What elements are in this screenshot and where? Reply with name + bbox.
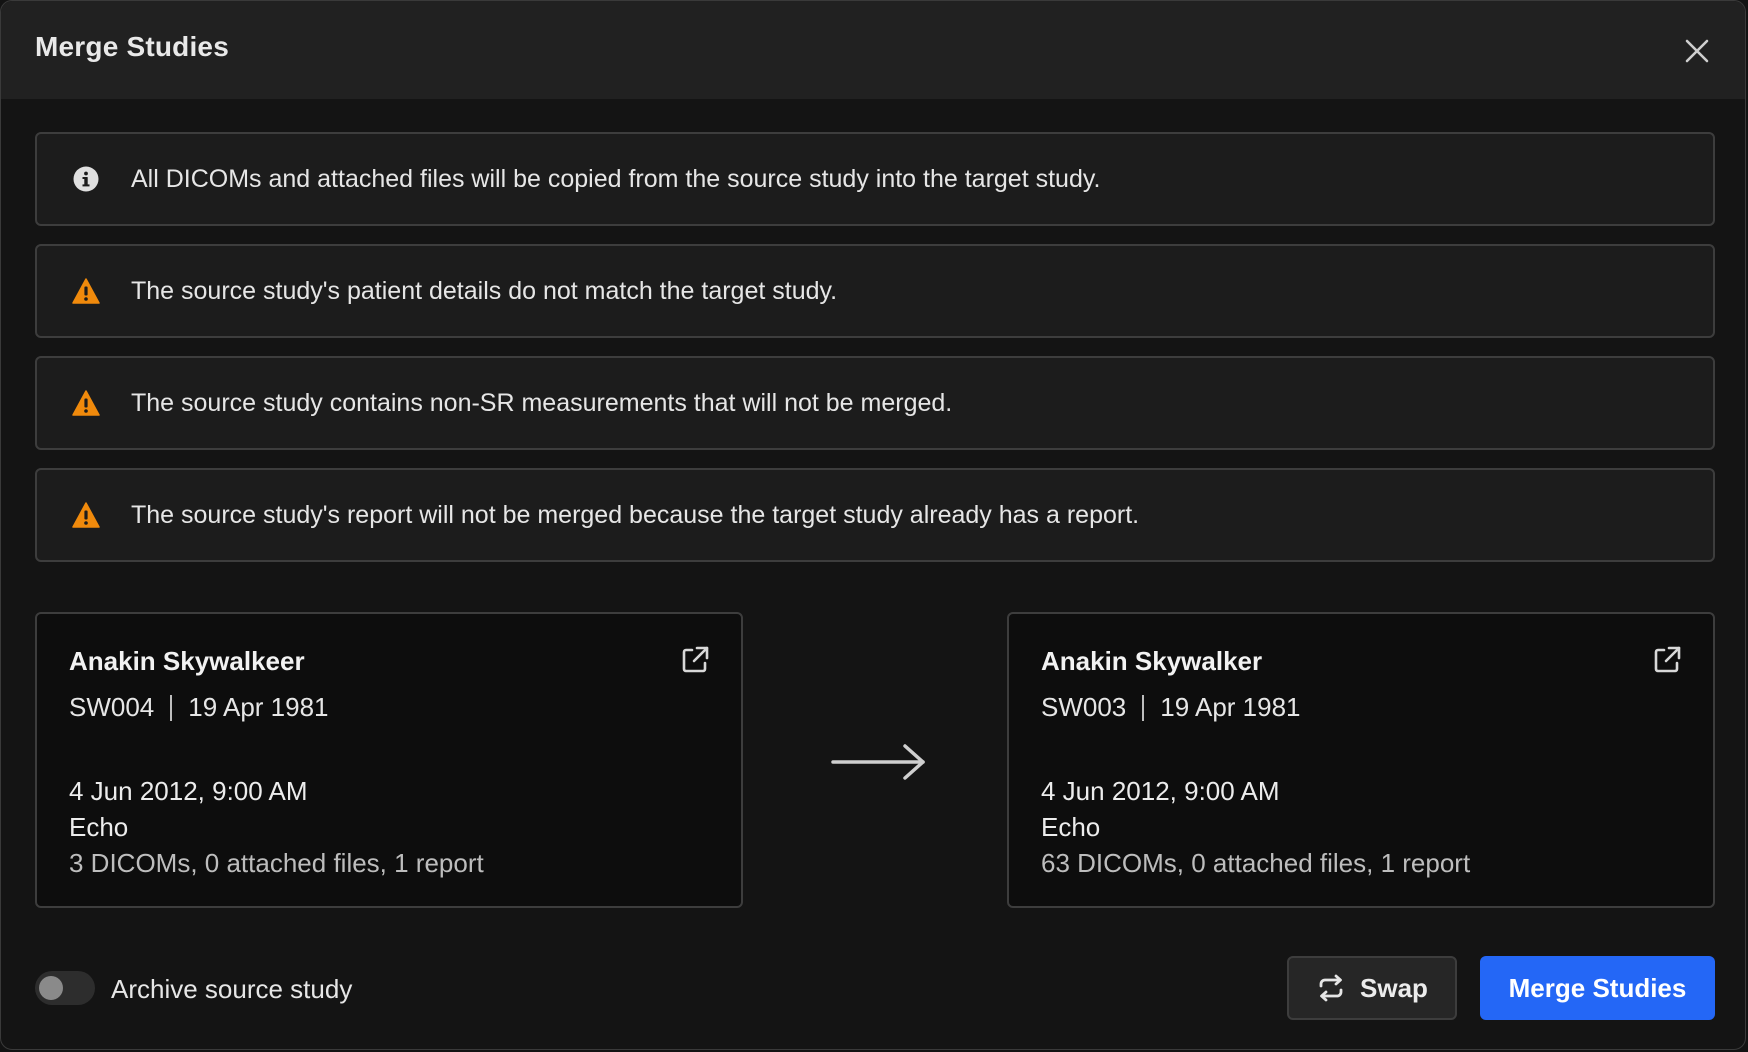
dialog-body: All DICOMs and attached files will be co…	[35, 132, 1715, 908]
archive-source-label: Archive source study	[111, 974, 353, 1004]
study-counts: 3 DICOMs, 0 attached files, 1 report	[69, 848, 484, 878]
warning-icon	[71, 388, 101, 418]
study-date: 4 Jun 2012, 9:00 AM	[1041, 776, 1280, 806]
patient-dob: 19 Apr 1981	[188, 692, 329, 722]
dialog-header: Merge Studies	[1, 1, 1745, 99]
alert-text: All DICOMs and attached files will be co…	[131, 164, 1101, 193]
alert-text: The source study contains non-SR measure…	[131, 388, 953, 417]
swap-label: Swap	[1360, 972, 1428, 1003]
swap-icon	[1319, 974, 1343, 1002]
merge-studies-dialog: Merge Studies All DICOMs and attached fi…	[0, 0, 1746, 1050]
warning-icon	[71, 276, 101, 306]
target-study-card: Anakin Skywalker SW003 19 Apr 1981 4 Jun…	[1007, 612, 1715, 908]
alert-warning: The source study's report will not be me…	[35, 468, 1715, 562]
study-cards: Anakin Skywalkeer SW004 19 Apr 1981 4 Ju…	[35, 612, 1715, 908]
study-date: 4 Jun 2012, 9:00 AM	[69, 776, 308, 806]
dialog-footer: Archive source study Swap Merge Studies	[35, 956, 1715, 1020]
close-icon	[1685, 39, 1709, 63]
open-external-button[interactable]	[1651, 644, 1683, 676]
patient-id: SW004	[69, 692, 155, 722]
patient-name: Anakin Skywalkeer	[69, 646, 305, 676]
study-modality: Echo	[69, 812, 129, 842]
study-modality: Echo	[1041, 812, 1101, 842]
merge-label: Merge Studies	[1508, 972, 1687, 1003]
alert-text: The source study's patient details do no…	[131, 276, 838, 305]
alert-text: The source study's report will not be me…	[131, 500, 1140, 529]
alert-warning: The source study contains non-SR measure…	[35, 356, 1715, 450]
archive-source-toggle[interactable]	[35, 971, 95, 1005]
external-link-icon	[1654, 646, 1681, 673]
toggle-knob	[39, 976, 63, 1000]
patient-id-line: SW003 19 Apr 1981	[1041, 692, 1301, 723]
divider	[1142, 694, 1145, 721]
patient-id-line: SW004 19 Apr 1981	[69, 692, 329, 723]
study-counts: 63 DICOMs, 0 attached files, 1 report	[1041, 848, 1471, 878]
warning-icon	[71, 500, 101, 530]
open-external-button[interactable]	[679, 644, 711, 676]
swap-button[interactable]: Swap	[1287, 956, 1457, 1020]
alert-info: All DICOMs and attached files will be co…	[35, 132, 1715, 226]
patient-name: Anakin Skywalker	[1041, 646, 1263, 676]
external-link-icon	[682, 646, 709, 673]
arrow-right-icon	[831, 744, 925, 780]
divider	[170, 694, 173, 721]
patient-id: SW003	[1041, 692, 1127, 722]
alert-warning: The source study's patient details do no…	[35, 244, 1715, 338]
info-icon	[71, 164, 101, 194]
patient-dob: 19 Apr 1981	[1160, 692, 1301, 722]
merge-studies-button[interactable]: Merge Studies	[1480, 956, 1715, 1020]
source-study-card: Anakin Skywalkeer SW004 19 Apr 1981 4 Ju…	[35, 612, 743, 908]
close-button[interactable]	[1677, 31, 1717, 71]
dialog-title: Merge Studies	[35, 31, 229, 62]
